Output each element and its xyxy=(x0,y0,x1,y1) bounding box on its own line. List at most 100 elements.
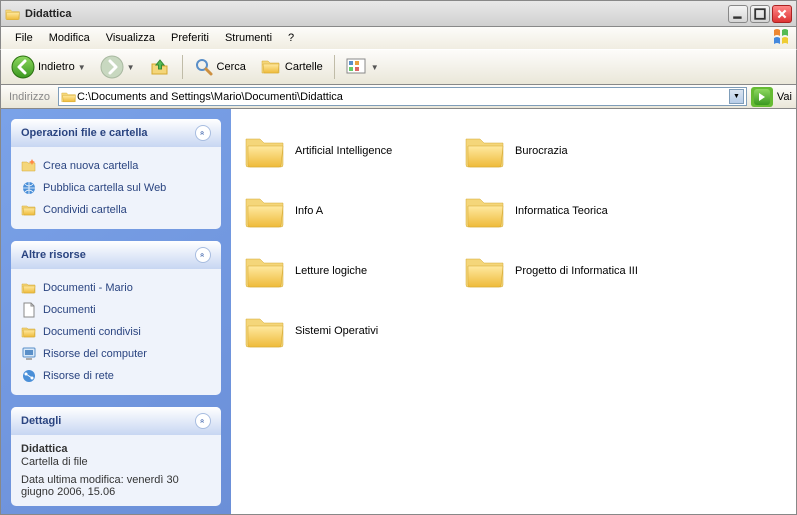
folder-name: Info A xyxy=(295,205,323,217)
folders-icon xyxy=(260,57,282,77)
details-name: Didattica xyxy=(21,443,211,455)
menu-strumenti[interactable]: Strumenti xyxy=(217,30,280,46)
chevron-down-icon: ▼ xyxy=(371,63,379,72)
go-label: Vai xyxy=(777,91,792,103)
toolbar-separator xyxy=(182,55,183,79)
task-network[interactable]: Risorse di rete xyxy=(21,365,211,387)
address-label: Indirizzo xyxy=(5,91,54,103)
task-shared-docs[interactable]: Documenti condivisi xyxy=(21,321,211,343)
task-label: Crea nuova cartella xyxy=(43,160,138,172)
chevron-down-icon: ▼ xyxy=(78,63,86,72)
window-folder-icon xyxy=(5,7,21,21)
folder-icon xyxy=(463,251,507,291)
folder-icon xyxy=(21,280,37,296)
folder-name: Letture logiche xyxy=(295,265,367,277)
folder-icon xyxy=(243,191,287,231)
publish-web-icon xyxy=(21,180,37,196)
task-documenti[interactable]: Documenti xyxy=(21,299,211,321)
menu-modifica[interactable]: Modifica xyxy=(41,30,98,46)
panel-header-file-operations[interactable]: Operazioni file e cartella « xyxy=(11,119,221,147)
details-type: Cartella di file xyxy=(21,456,211,468)
computer-icon xyxy=(21,346,37,362)
main-area: Operazioni file e cartella « Crea nuova … xyxy=(0,109,797,515)
back-arrow-icon xyxy=(11,55,35,79)
task-label: Condividi cartella xyxy=(43,204,127,216)
window-title: Didattica xyxy=(25,8,726,20)
up-folder-icon xyxy=(149,56,171,78)
chevron-down-icon: ▼ xyxy=(127,63,135,72)
forward-button[interactable]: ▼ xyxy=(94,51,141,83)
panel-file-operations: Operazioni file e cartella « Crea nuova … xyxy=(11,119,221,229)
folder-content[interactable]: Artificial Intelligence Burocrazia Info … xyxy=(231,109,796,514)
title-bar: Didattica xyxy=(0,0,797,27)
panel-header-details[interactable]: Dettagli « xyxy=(11,407,221,435)
folder-name: Burocrazia xyxy=(515,145,568,157)
collapse-icon: « xyxy=(195,413,211,429)
address-input[interactable] xyxy=(77,91,729,103)
folder-item[interactable]: Informatica Teorica xyxy=(459,181,679,241)
address-box[interactable]: ▼ xyxy=(58,87,747,106)
address-folder-icon xyxy=(61,90,77,104)
folder-icon xyxy=(463,131,507,171)
search-button[interactable]: Cerca xyxy=(188,53,252,81)
menu-bar: File Modifica Visualizza Preferiti Strum… xyxy=(0,27,797,49)
folder-item[interactable]: Artificial Intelligence xyxy=(239,121,459,181)
network-icon xyxy=(21,368,37,384)
task-publish-web[interactable]: Pubblica cartella sul Web xyxy=(21,177,211,199)
collapse-icon: « xyxy=(195,247,211,263)
folder-name: Artificial Intelligence xyxy=(295,145,392,157)
menu-file[interactable]: File xyxy=(7,30,41,46)
go-arrow-icon xyxy=(754,89,770,105)
folder-item[interactable]: Sistemi Operativi xyxy=(239,301,459,361)
panel-title: Operazioni file e cartella xyxy=(21,127,148,139)
new-folder-icon xyxy=(21,158,37,174)
toolbar-separator xyxy=(334,55,335,79)
close-button[interactable] xyxy=(772,5,792,23)
folder-icon xyxy=(243,311,287,351)
share-folder-icon xyxy=(21,202,37,218)
panel-title: Altre risorse xyxy=(21,249,86,261)
folder-icon xyxy=(243,131,287,171)
task-documents-mario[interactable]: Documenti - Mario xyxy=(21,277,211,299)
task-label: Documenti - Mario xyxy=(43,282,133,294)
back-button[interactable]: Indietro ▼ xyxy=(5,51,92,83)
folder-item[interactable]: Info A xyxy=(239,181,459,241)
forward-arrow-icon xyxy=(100,55,124,79)
back-label: Indietro xyxy=(38,61,75,73)
views-icon xyxy=(346,58,368,76)
menu-help[interactable]: ? xyxy=(280,30,302,46)
task-new-folder[interactable]: Crea nuova cartella xyxy=(21,155,211,177)
search-label: Cerca xyxy=(217,61,246,73)
folder-name: Informatica Teorica xyxy=(515,205,608,217)
task-label: Pubblica cartella sul Web xyxy=(43,182,166,194)
minimize-button[interactable] xyxy=(728,5,748,23)
task-my-computer[interactable]: Risorse del computer xyxy=(21,343,211,365)
menu-visualizza[interactable]: Visualizza xyxy=(98,30,163,46)
menu-preferiti[interactable]: Preferiti xyxy=(163,30,217,46)
folders-button[interactable]: Cartelle xyxy=(254,53,329,81)
folder-item[interactable]: Burocrazia xyxy=(459,121,679,181)
folder-item[interactable]: Progetto di Informatica III xyxy=(459,241,679,301)
task-label: Risorse del computer xyxy=(43,348,147,360)
task-label: Risorse di rete xyxy=(43,370,114,382)
toolbar: Indietro ▼ ▼ Cerca Cartelle xyxy=(0,49,797,85)
address-dropdown[interactable]: ▼ xyxy=(729,89,744,104)
go-button[interactable] xyxy=(751,87,773,107)
maximize-button[interactable] xyxy=(750,5,770,23)
task-share-folder[interactable]: Condividi cartella xyxy=(21,199,211,221)
task-label: Documenti condivisi xyxy=(43,326,141,338)
folder-icon xyxy=(243,251,287,291)
search-icon xyxy=(194,57,214,77)
views-button[interactable]: ▼ xyxy=(340,54,385,80)
folder-item[interactable]: Letture logiche xyxy=(239,241,459,301)
address-bar: Indirizzo ▼ Vai xyxy=(0,85,797,109)
panel-details: Dettagli « Didattica Cartella di file Da… xyxy=(11,407,221,506)
folders-label: Cartelle xyxy=(285,61,323,73)
folder-name: Sistemi Operativi xyxy=(295,325,378,337)
panel-header-other-resources[interactable]: Altre risorse « xyxy=(11,241,221,269)
details-modified: Data ultima modifica: venerdì 30 giugno … xyxy=(21,474,211,498)
panel-other-resources: Altre risorse « Documenti - Mario Docume… xyxy=(11,241,221,395)
folder-name: Progetto di Informatica III xyxy=(515,265,638,277)
windows-flag-icon xyxy=(772,28,792,48)
up-button[interactable] xyxy=(143,52,177,82)
